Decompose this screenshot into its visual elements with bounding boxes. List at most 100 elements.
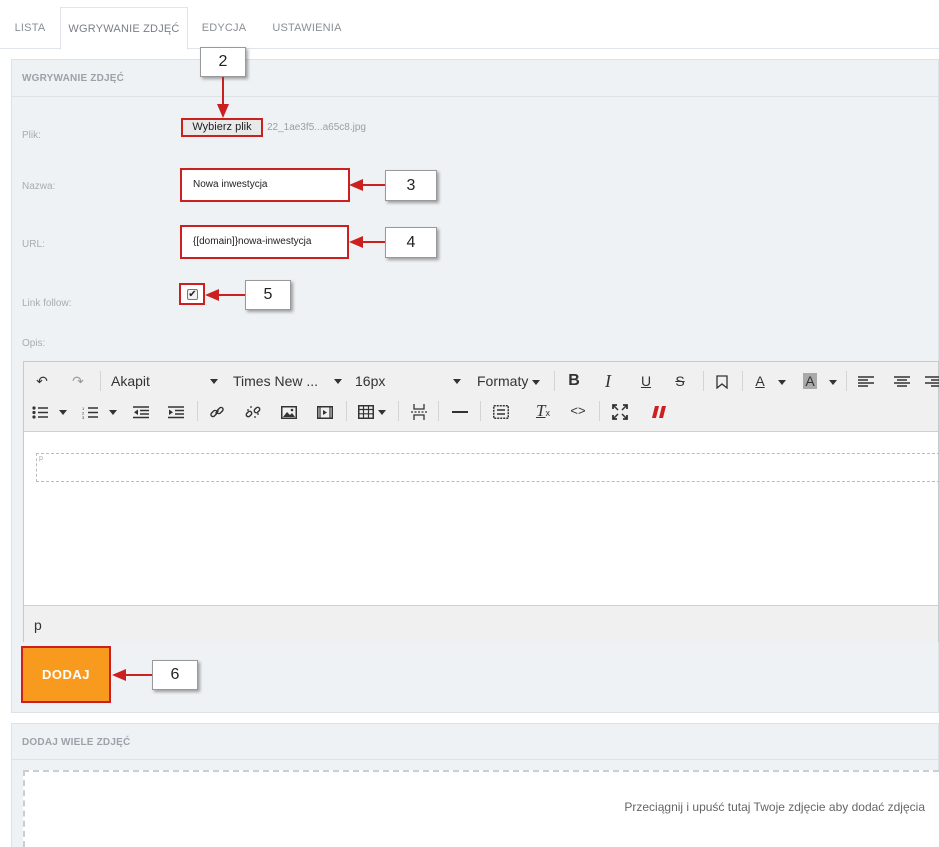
callout-2-arrowhead bbox=[217, 104, 229, 118]
background-color-icon[interactable]: A bbox=[799, 370, 821, 392]
toolbar-divider bbox=[554, 371, 555, 391]
chevron-down-icon bbox=[532, 379, 541, 385]
editor-toolbar-row-1: ↶ ↷ Akapit Times New ... 16px Formaty B … bbox=[24, 365, 939, 395]
page-break-icon[interactable] bbox=[408, 400, 430, 422]
toolbar-divider bbox=[346, 401, 347, 421]
tab-edycja[interactable]: EDYCJA bbox=[188, 7, 260, 49]
tab-bar: LISTA WGRYWANIE ZDJĘĆ EDYCJA USTAWIENIA bbox=[0, 7, 939, 50]
align-left-icon[interactable] bbox=[855, 370, 877, 392]
dropzone[interactable]: Przeciągnij i upuść tutaj Twoje zdjęcie … bbox=[23, 770, 939, 847]
image-icon[interactable] bbox=[278, 400, 300, 422]
strikethrough-icon[interactable]: S bbox=[669, 370, 691, 392]
callout-4-arrowhead bbox=[349, 236, 363, 248]
editor-content-area[interactable]: p bbox=[24, 431, 939, 605]
bold-icon[interactable]: B bbox=[563, 370, 585, 392]
chevron-down-icon bbox=[210, 379, 218, 384]
align-right-icon[interactable] bbox=[925, 370, 939, 392]
panel-title: WGRYWANIE ZDJĘĆ bbox=[22, 73, 125, 84]
text-color-icon[interactable]: A bbox=[749, 370, 771, 392]
chosen-file-name: 22_1ae3f5...a65c8.jpg bbox=[267, 122, 366, 133]
callout-6-arrow bbox=[125, 674, 152, 676]
underline-icon[interactable]: U bbox=[635, 370, 657, 392]
callout-3-arrow bbox=[362, 184, 385, 186]
callout-5-arrow bbox=[218, 294, 245, 296]
plugin-quote-icon[interactable] bbox=[648, 400, 670, 422]
link-icon[interactable] bbox=[206, 400, 228, 422]
add-button[interactable]: DODAJ bbox=[21, 646, 111, 703]
paragraph-marker: p bbox=[39, 455, 43, 462]
panel-divider bbox=[12, 759, 938, 760]
show-blocks-icon[interactable] bbox=[490, 400, 512, 422]
svg-text:3: 3 bbox=[82, 415, 85, 419]
callout-3: 3 bbox=[385, 170, 437, 201]
indent-icon[interactable] bbox=[165, 400, 187, 422]
font-size-select[interactable]: 16px bbox=[355, 370, 461, 392]
toolbar-divider bbox=[742, 371, 743, 391]
formats-select[interactable]: Formaty bbox=[477, 370, 547, 392]
unlink-icon[interactable] bbox=[242, 400, 264, 422]
bookmark-icon[interactable] bbox=[711, 370, 733, 392]
editor-statusbar: p bbox=[24, 605, 938, 642]
tab-ustawienia[interactable]: USTAWIENIA bbox=[260, 7, 354, 49]
callout-6: 6 bbox=[152, 660, 198, 690]
block-format-value: Akapit bbox=[111, 373, 150, 389]
name-input[interactable]: Nowa inwestycja bbox=[180, 168, 350, 202]
dropzone-text: Przeciągnij i upuść tutaj Twoje zdjęcie … bbox=[624, 800, 925, 814]
bullet-list-icon[interactable] bbox=[30, 400, 50, 422]
chevron-down-icon[interactable] bbox=[106, 400, 120, 422]
align-center-icon[interactable] bbox=[891, 370, 913, 392]
toolbar-divider bbox=[599, 401, 600, 421]
callout-6-arrowhead bbox=[112, 669, 126, 681]
tab-wgrywanie-zdjec[interactable]: WGRYWANIE ZDJĘĆ bbox=[60, 7, 188, 50]
link-follow-label: Link follow: bbox=[22, 298, 72, 309]
font-family-select[interactable]: Times New ... bbox=[233, 370, 342, 392]
chevron-down-icon[interactable] bbox=[56, 400, 70, 422]
description-label: Opis: bbox=[22, 338, 46, 349]
formats-value: Formaty bbox=[477, 373, 529, 389]
callout-2-arrow bbox=[222, 77, 224, 105]
editor-paragraph[interactable]: p bbox=[36, 453, 939, 482]
toolbar-divider bbox=[398, 401, 399, 421]
undo-icon[interactable]: ↶ bbox=[32, 370, 52, 392]
redo-icon[interactable]: ↷ bbox=[68, 370, 88, 392]
media-icon[interactable] bbox=[314, 400, 336, 422]
callout-2: 2 bbox=[200, 47, 246, 77]
numbered-list-icon[interactable]: 123 bbox=[80, 400, 100, 422]
toolbar-divider bbox=[100, 371, 101, 391]
callout-5-arrowhead bbox=[205, 289, 219, 301]
url-input[interactable]: {[domain]}nowa-inwestycja bbox=[180, 225, 349, 259]
horizontal-rule-icon[interactable] bbox=[449, 400, 471, 422]
toolbar-divider bbox=[197, 401, 198, 421]
clear-formatting-icon[interactable]: Tx bbox=[532, 400, 554, 422]
element-path[interactable]: p bbox=[34, 617, 42, 633]
chevron-down-icon bbox=[453, 379, 461, 384]
link-follow-checkbox-highlight: ✔ bbox=[179, 283, 205, 305]
outdent-icon[interactable] bbox=[130, 400, 152, 422]
chevron-down-icon bbox=[334, 379, 342, 384]
panel-divider bbox=[12, 96, 938, 97]
fullscreen-icon[interactable] bbox=[609, 400, 631, 422]
name-label: Nazwa: bbox=[22, 181, 56, 192]
panel-title: DODAJ WIELE ZDJĘĆ bbox=[22, 737, 131, 748]
tab-lista[interactable]: LISTA bbox=[0, 7, 60, 49]
font-size-value: 16px bbox=[355, 373, 386, 389]
callout-5: 5 bbox=[245, 280, 291, 310]
table-icon[interactable] bbox=[356, 400, 388, 422]
choose-file-button[interactable]: Wybierz plik bbox=[181, 118, 263, 137]
editor-toolbar-row-2: 123 Tx <> bbox=[24, 395, 938, 425]
url-label: URL: bbox=[22, 239, 45, 250]
chevron-down-icon[interactable] bbox=[826, 370, 840, 392]
toolbar-divider bbox=[846, 371, 847, 391]
callout-3-arrowhead bbox=[349, 179, 363, 191]
link-follow-checkbox[interactable]: ✔ bbox=[187, 289, 198, 300]
chevron-down-icon[interactable] bbox=[775, 370, 789, 392]
italic-icon[interactable]: I bbox=[597, 370, 619, 392]
source-code-icon[interactable]: <> bbox=[567, 400, 589, 422]
rich-text-editor: ↶ ↷ Akapit Times New ... 16px Formaty B … bbox=[23, 361, 939, 642]
file-label: Plik: bbox=[22, 130, 41, 141]
toolbar-divider bbox=[703, 371, 704, 391]
toolbar-divider bbox=[480, 401, 481, 421]
callout-4-arrow bbox=[362, 241, 385, 243]
font-family-value: Times New ... bbox=[233, 373, 319, 389]
block-format-select[interactable]: Akapit bbox=[111, 370, 218, 392]
